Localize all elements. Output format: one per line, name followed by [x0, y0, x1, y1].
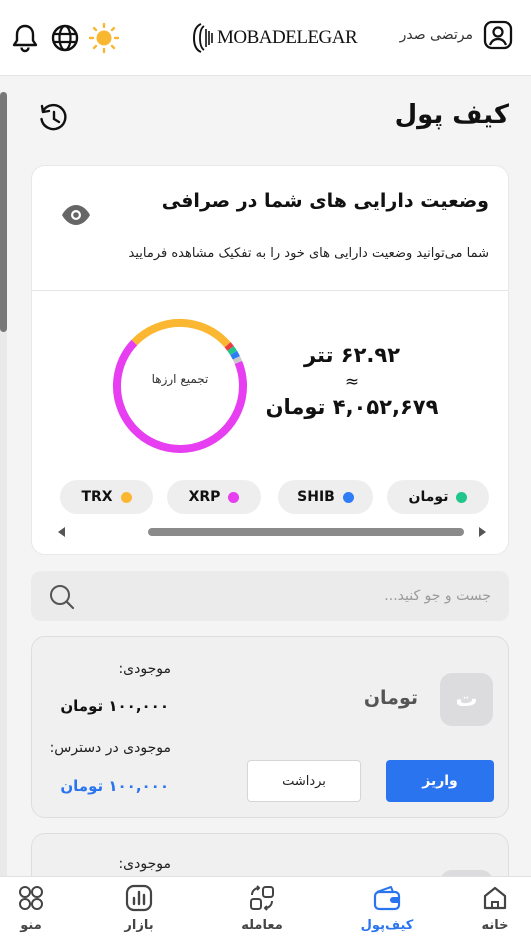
chip-label: تومان — [408, 489, 449, 505]
home-icon — [483, 886, 507, 910]
nav-home[interactable]: خانه — [455, 877, 531, 945]
logo-text: MOBADELEGAR — [217, 27, 358, 48]
donut-segment — [113, 319, 247, 453]
nav-trade[interactable]: معامله — [222, 877, 302, 945]
chips-scrollbar-thumb[interactable] — [148, 528, 464, 536]
logo-mark-icon — [192, 23, 213, 53]
globe-icon[interactable] — [50, 22, 80, 54]
nav-label: خانه — [481, 918, 509, 933]
history-icon[interactable] — [38, 102, 70, 138]
nav-label: منو — [20, 918, 42, 933]
donut-segment — [113, 319, 247, 453]
user-name: مرتضی صدر — [399, 27, 473, 43]
legend-dot — [456, 491, 468, 503]
trade-icon — [250, 885, 274, 911]
coin-name: تومان — [363, 687, 418, 709]
page-scrollbar-thumb[interactable] — [0, 92, 7, 332]
scroll-right-arrow-icon[interactable] — [479, 527, 486, 537]
currency-chip-toman[interactable]: تومان — [387, 480, 489, 514]
nav-label: معامله — [241, 918, 283, 933]
coin-symbol: ت — [455, 687, 478, 712]
top-bar: MOBADELEGAR مرتضی صدر — [0, 0, 531, 76]
chip-label: XRP — [188, 489, 221, 505]
menu-grid-icon — [19, 886, 43, 910]
search-bar — [31, 571, 509, 621]
eye-icon[interactable] — [60, 203, 92, 231]
balance-value: ۱۰۰,۰۰۰ تومان — [60, 697, 169, 715]
total-toman-amount: ۴,۰۵۲,۶۷۹ تومان — [265, 395, 439, 419]
legend-dot — [342, 491, 354, 503]
deposit-button[interactable]: واریز — [386, 760, 494, 802]
donut-segment — [113, 319, 247, 453]
scroll-left-arrow-icon[interactable] — [58, 527, 65, 537]
chip-label: SHIB — [297, 489, 335, 505]
currency-chip-shib[interactable]: SHIB — [278, 480, 373, 514]
total-tether-amount: ۶۲.۹۲ تتر — [303, 343, 401, 367]
legend-dot — [228, 491, 240, 503]
brand-logo[interactable]: MOBADELEGAR — [192, 22, 358, 54]
donut-segment — [113, 319, 247, 453]
wallet-icon — [373, 886, 401, 911]
market-chart-icon — [125, 884, 153, 912]
chips-horizontal-scrollbar[interactable] — [58, 525, 486, 539]
balance-label: موجودی: — [118, 856, 171, 872]
donut-segment — [113, 319, 247, 453]
sun-icon[interactable] — [88, 22, 120, 54]
nav-menu[interactable]: منو — [0, 877, 71, 945]
search-icon[interactable] — [49, 584, 75, 610]
card-divider — [31, 290, 508, 291]
balance-label: موجودی: — [118, 661, 171, 677]
page-title: کیف پول — [394, 100, 509, 130]
available-balance-label: موجودی در دسترس: — [49, 740, 171, 756]
donut-center-label: تجمیع ارزها — [151, 372, 209, 386]
user-icon — [483, 20, 513, 50]
legend-dot — [120, 491, 132, 503]
coin-avatar-toman: ت — [440, 673, 493, 726]
chip-label: TRX — [81, 489, 113, 505]
nav-market[interactable]: بازار — [99, 877, 179, 945]
nav-label: کیف‌پول — [360, 918, 414, 933]
assets-summary-title: وضعیت دارایی های شما در صرافی — [161, 190, 489, 212]
bell-icon[interactable] — [10, 22, 40, 54]
nav-wallet[interactable]: کیف‌پول — [347, 877, 427, 945]
assets-summary-description: شما می‌توانید وضعیت دارایی های خود را به… — [128, 246, 489, 261]
user-menu[interactable]: مرتضی صدر — [400, 20, 513, 50]
assets-donut-chart — [113, 319, 247, 453]
search-input[interactable] — [101, 571, 491, 621]
available-balance-value: ۱۰۰,۰۰۰ تومان — [60, 777, 169, 795]
approx-sign: ≈ — [344, 372, 360, 392]
currency-chip-trx[interactable]: TRX — [60, 480, 153, 514]
bottom-navigation: خانه کیف‌پول معامله بازار منو — [0, 876, 531, 945]
withdraw-button[interactable]: برداشت — [247, 760, 361, 802]
currency-chip-xrp[interactable]: XRP — [167, 480, 261, 514]
donut-segment — [113, 319, 247, 453]
nav-label: بازار — [124, 918, 154, 933]
